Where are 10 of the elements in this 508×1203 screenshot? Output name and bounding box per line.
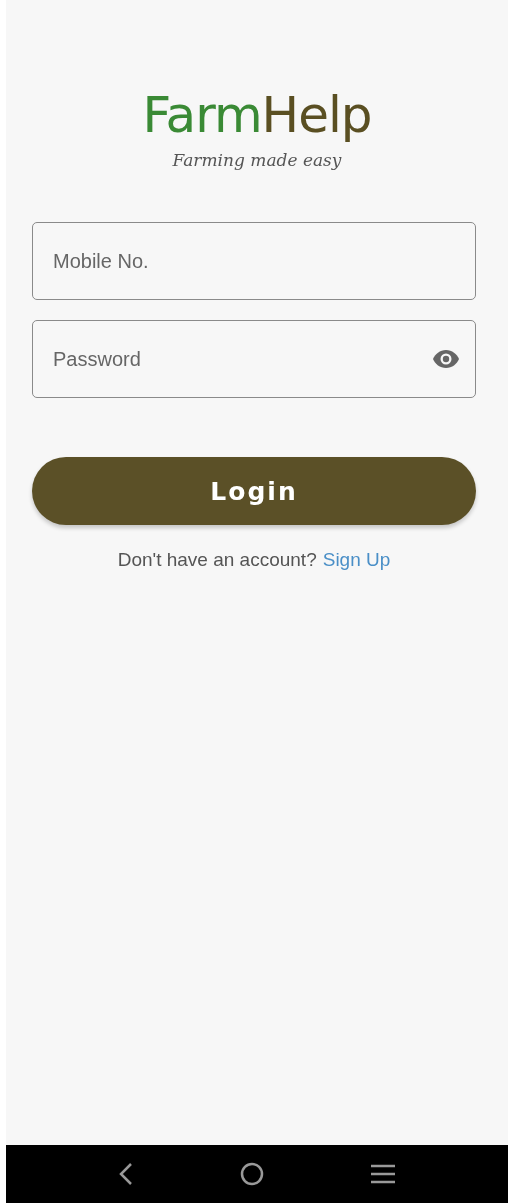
menu-icon[interactable] — [370, 1164, 395, 1184]
app-logo: FarmHelp — [142, 90, 372, 140]
password-field[interactable]: Password — [32, 320, 476, 398]
login-button[interactable]: Login — [32, 457, 476, 525]
mobile-field[interactable]: Mobile No. — [32, 222, 476, 300]
tagline: Farming made easy — [172, 150, 342, 170]
home-icon[interactable] — [240, 1162, 264, 1186]
signup-prompt: Don't have an account? — [117, 549, 317, 571]
eye-icon[interactable] — [432, 349, 460, 369]
back-icon[interactable] — [119, 1162, 134, 1186]
